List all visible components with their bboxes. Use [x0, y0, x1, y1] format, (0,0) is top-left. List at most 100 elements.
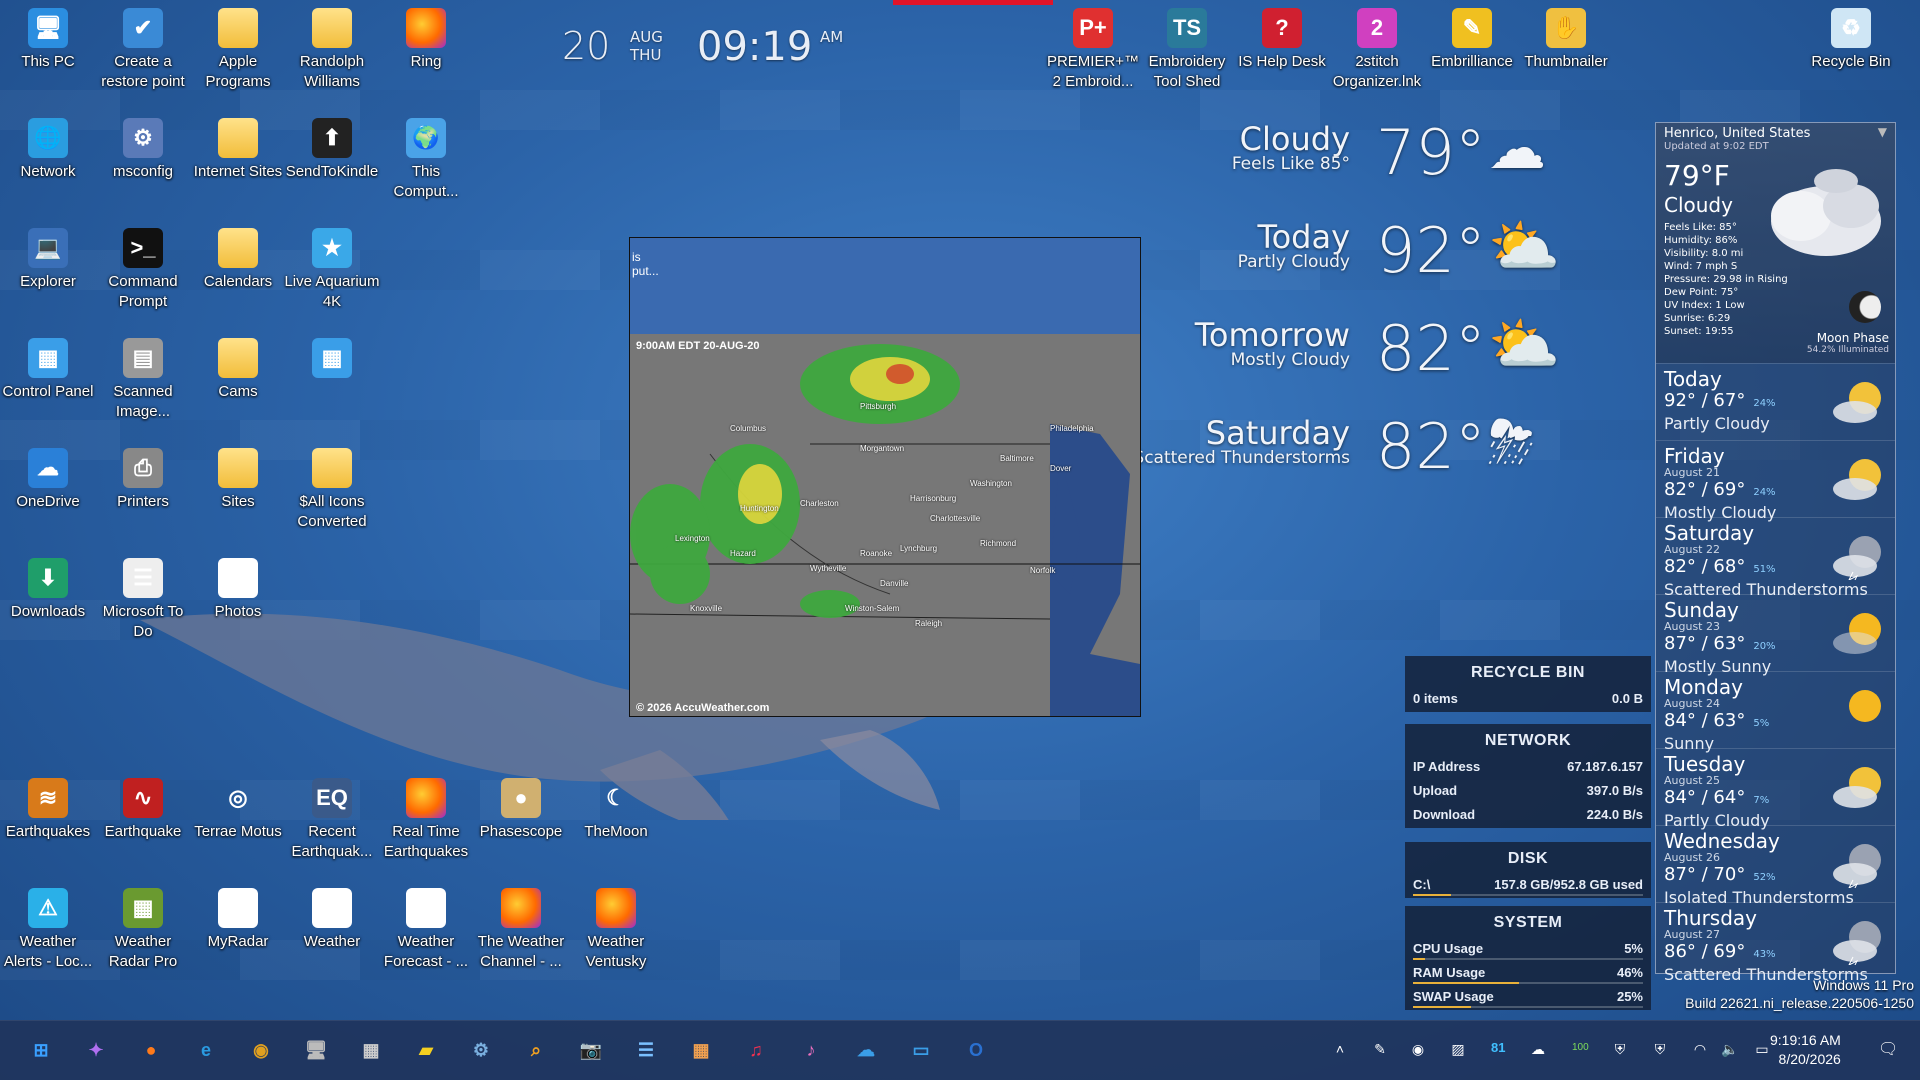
desktop-icon-myradar[interactable]: MyRadar — [190, 886, 286, 952]
desktop-icon-earthquakes[interactable]: ≋ Earthquakes — [0, 776, 96, 842]
desktop-icon-embroidery-toolshed[interactable]: TS Embroidery Tool Shed — [1139, 6, 1235, 92]
desktop-icon-printers[interactable]: ⎙ Printers — [95, 446, 191, 512]
desktop-icon-explorer[interactable]: 💻 Explorer — [0, 226, 96, 292]
desktop-icon-photos[interactable]: Photos — [190, 556, 286, 622]
desktop-icon-create-restore[interactable]: ✔ Create a restore point — [95, 6, 191, 92]
settings-icon[interactable]: ⚙ — [464, 1033, 498, 1067]
desktop-icon-randolph-williams[interactable]: Randolph Williams — [284, 6, 380, 92]
desktop-icon-live-aquarium[interactable]: ★ Live Aquarium 4K — [284, 226, 380, 312]
music-icon[interactable]: ♫ — [739, 1033, 773, 1067]
desktop-icon-network[interactable]: 🌐 Network — [0, 116, 96, 182]
radar-window[interactable]: is put... Columbus Pittsburgh Philadelphia… — [629, 237, 1141, 717]
copilot-icon[interactable]: ✦ — [79, 1033, 113, 1067]
volume-icon[interactable]: 🔈 — [1720, 1039, 1740, 1059]
desktop-icon-control-panel-2[interactable]: ▦ — [284, 336, 380, 382]
desktop-icon-weather-ventusky[interactable]: Weather Ventusky — [568, 886, 664, 972]
radar-city-label: Norfolk — [1030, 566, 1056, 575]
desktop-icon-2stitch[interactable]: 2 2stitch Organizer.lnk — [1329, 6, 1425, 92]
edge-icon[interactable]: e — [189, 1033, 223, 1067]
weather-temp: 92° — [1376, 214, 1486, 287]
forecast-day[interactable]: Today 92° / 67° 24% Partly Cloudy — [1656, 363, 1895, 440]
forecast-day[interactable]: Monday August 24 84° / 63° 5% Sunny — [1656, 671, 1895, 753]
weather-icon[interactable]: ☁ — [1528, 1039, 1548, 1059]
swap-usage: 25% — [1616, 989, 1643, 1004]
desktop-icon[interactable]: ▭ — [904, 1033, 938, 1067]
desktop-icon-downloads[interactable]: ⬇ Downloads — [0, 556, 96, 622]
desktop-icon-thumbnailer[interactable]: ✋ Thumbnailer — [1518, 6, 1614, 72]
sidebar-forecast: Today 92° / 67° 24% Partly Cloudy Friday Augu… — [1656, 363, 1895, 984]
photos-icon[interactable]: ▨ — [1448, 1039, 1468, 1059]
notepad-icon[interactable]: ☰ — [629, 1033, 663, 1067]
battery-icon[interactable]: ▭ — [1752, 1039, 1772, 1059]
radar-city-label: Huntington — [740, 504, 779, 513]
icloud-icon[interactable]: ☁ — [849, 1033, 883, 1067]
desktop-icon-weather-radar-pro[interactable]: ▦ Weather Radar Pro — [95, 886, 191, 972]
chevron-up-icon[interactable]: ˄ — [1330, 1039, 1350, 1059]
desktop-icon-terrae-motus[interactable]: ◎ Terrae Motus — [190, 776, 286, 842]
desktop-icon-label: Recycle Bin — [1811, 53, 1891, 70]
shield-icon[interactable]: ⛨ — [1650, 1039, 1670, 1059]
calculator-icon[interactable]: ▦ — [354, 1033, 388, 1067]
desktop-icon-onedrive[interactable]: ☁ OneDrive — [0, 446, 96, 512]
desktop-icon-themoon[interactable]: ☾ TheMoon — [568, 776, 664, 842]
sidebar-detail: Sunrise: 6:29 — [1664, 313, 1731, 324]
desktop-icon-control-panel[interactable]: ▦ Control Panel — [0, 336, 96, 402]
desktop-icon-premier[interactable]: P+ PREMIER+™ 2 Embroid... — [1045, 6, 1141, 92]
outlook-icon[interactable]: O — [959, 1033, 993, 1067]
desktop-icon-earthquake[interactable]: ∿ Earthquake — [95, 776, 191, 842]
monitor-icon: 🖥 — [28, 8, 68, 48]
desktop-icon-weather-channel[interactable]: The Weather Channel - ... — [473, 886, 569, 972]
forecast-day[interactable]: Wednesday August 26 87° / 70° 52% Isolated T… — [1656, 825, 1895, 907]
desktop-icon-this-computer[interactable]: 🌍 This Comput... — [378, 116, 474, 202]
pen-icon[interactable]: ✎ — [1370, 1039, 1390, 1059]
desktop-icon-cams[interactable]: Cams — [190, 336, 286, 402]
desktop-icon-ring[interactable]: Ring — [378, 6, 474, 72]
taskbar-clock[interactable]: 9:19:16 AM 8/20/2026 — [1770, 1031, 1841, 1069]
desktop-icon-sites[interactable]: Sites — [190, 446, 286, 512]
taskbar-time: 9:19:16 AM — [1770, 1032, 1841, 1048]
desktop-icon-recent-earthquakes[interactable]: EQ Recent Earthquak... — [284, 776, 380, 862]
firefox-icon[interactable]: ● — [134, 1033, 168, 1067]
forecast-day[interactable]: Saturday August 22 82° / 68° 51% Scattered T… — [1656, 517, 1895, 599]
desktop-icon-recycle-bin[interactable]: ♻ Recycle Bin — [1803, 6, 1899, 72]
defender-icon[interactable]: ⛨ — [1610, 1039, 1630, 1059]
desktop-icon-weather-alerts[interactable]: ⚠ Weather Alerts - Loc... — [0, 886, 96, 972]
weather-sidebar[interactable]: Henrico, United States ▼ Updated at 9:02… — [1655, 122, 1896, 984]
desktop-icon-apple-programs[interactable]: Apple Programs — [190, 6, 286, 92]
desktop-icon-command-prompt[interactable]: >_ Command Prompt — [95, 226, 191, 312]
desktop-icon-ms-todo[interactable]: ☰ Microsoft To Do — [95, 556, 191, 642]
desktop-icon-embrilliance[interactable]: ✎ Embrilliance — [1424, 6, 1520, 72]
desktop-icon-weather-forecast[interactable]: Weather Forecast - ... — [378, 886, 474, 972]
desktop-icon-calendars[interactable]: Calendars — [190, 226, 286, 292]
sidebar-detail: Dew Point: 75° — [1664, 287, 1739, 298]
desktop-icon-is-help-desk[interactable]: ? IS Help Desk — [1234, 6, 1330, 72]
forecast-day[interactable]: Thursday August 27 86° / 69° 43% Scattered T… — [1656, 902, 1895, 984]
computer-icon[interactable]: 🖥 — [299, 1033, 333, 1067]
forecast-day[interactable]: Friday August 21 82° / 69° 24% Mostly Cloudy — [1656, 440, 1895, 522]
forecast-day[interactable]: Tuesday August 25 84° / 64° 7% Partly Cloudy — [1656, 748, 1895, 830]
search-icon[interactable]: ⌕ — [519, 1033, 553, 1067]
chrome-icon[interactable]: ◉ — [244, 1033, 278, 1067]
wifi-icon[interactable]: ◠ — [1690, 1039, 1710, 1059]
chevron-down-icon[interactable]: ▼ — [1878, 125, 1887, 139]
firefox-icon — [406, 778, 446, 818]
notification-icon[interactable]: 🗨 — [1878, 1039, 1898, 1059]
desktop-icon-this-pc[interactable]: 🖥 This PC — [0, 6, 96, 72]
store-icon[interactable]: ▦ — [684, 1033, 718, 1067]
desktop-icon-msconfig[interactable]: ⚙ msconfig — [95, 116, 191, 182]
camera-icon[interactable]: 📷 — [574, 1033, 608, 1067]
desktop-icon-all-icons[interactable]: $All Icons Converted — [284, 446, 380, 532]
desktop-icon-realtime-earthquakes[interactable]: Real Time Earthquakes — [378, 776, 474, 862]
desktop-icon-phasescope[interactable]: ● Phasescope — [473, 776, 569, 842]
desktop-icon-weather[interactable]: Weather — [284, 886, 380, 952]
desktop-icon-sendtokindle[interactable]: ⬆ SendToKindle — [284, 116, 380, 182]
precip-chance: 24% — [1753, 487, 1776, 498]
desktop-icon-scanned-image[interactable]: ▤ Scanned Image... — [95, 336, 191, 422]
sticky-notes-icon[interactable]: ▰ — [409, 1033, 443, 1067]
start-icon[interactable]: ⊞ — [24, 1033, 58, 1067]
globe-icon[interactable]: ◉ — [1408, 1039, 1428, 1059]
itunes-icon[interactable]: ♪ — [794, 1033, 828, 1067]
taskbar: ⊞ ✦ ● e ◉ 🖥 ▦ ▰ ⚙ ⌕ 📷 ☰ ▦ ♫ ♪ ☁ ▭ O ˄ ✎ ◉ ▨ ☁ ⛨ ⛨ ◠ 🔈 ▭ 100 81 9:1… — [0, 1020, 1920, 1080]
desktop-icon-internet-sites[interactable]: Internet Sites — [190, 116, 286, 182]
forecast-day[interactable]: Sunday August 23 87° / 63° 20% Mostly Sunny — [1656, 594, 1895, 676]
